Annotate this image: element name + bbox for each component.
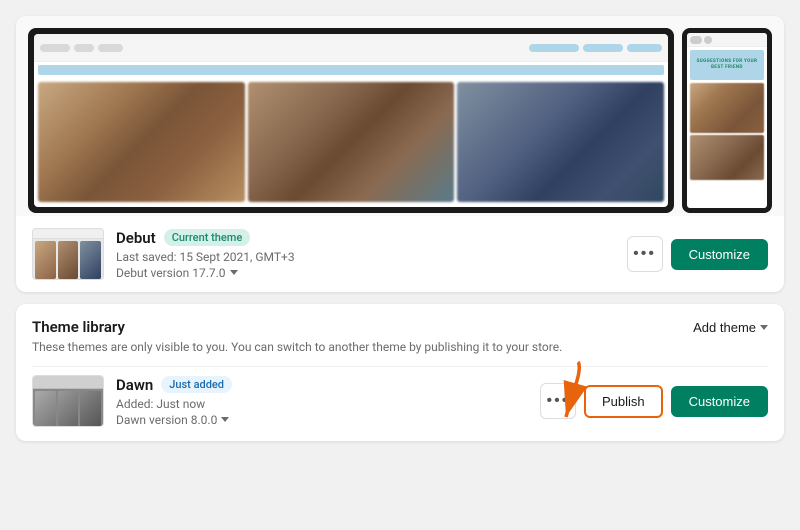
theme-preview-area: SUGGESTIONS FOR YOUR BEST FRIEND bbox=[16, 16, 784, 216]
library-version-chevron-icon[interactable] bbox=[221, 417, 229, 422]
library-theme-version: Dawn version 8.0.0 bbox=[116, 413, 217, 427]
current-theme-card: SUGGESTIONS FOR YOUR BEST FRIEND bbox=[16, 16, 784, 292]
current-theme-customize-button[interactable]: Customize bbox=[671, 239, 768, 270]
current-theme-more-button[interactable]: ••• bbox=[627, 236, 663, 272]
desktop-screen bbox=[34, 34, 668, 207]
mobile-banner-text: SUGGESTIONS FOR YOUR BEST FRIEND bbox=[697, 59, 758, 71]
library-theme-added: Added: Just now bbox=[116, 397, 528, 411]
current-theme-thumbnail bbox=[32, 228, 104, 280]
current-theme-info-row: Debut Current theme Last saved: 15 Sept … bbox=[16, 216, 784, 292]
current-theme-badge: Current theme bbox=[164, 229, 251, 246]
library-theme-actions: ••• Publish Customize bbox=[540, 383, 768, 419]
current-theme-version: Debut version 17.7.0 bbox=[116, 266, 226, 280]
library-theme-more-button[interactable]: ••• bbox=[540, 383, 576, 419]
add-theme-button[interactable]: Add theme bbox=[693, 320, 768, 335]
current-theme-meta: Debut Current theme Last saved: 15 Sept … bbox=[116, 229, 615, 280]
add-theme-label: Add theme bbox=[693, 320, 756, 335]
current-theme-last-saved: Last saved: 15 Sept 2021, GMT+3 bbox=[116, 250, 615, 264]
library-theme-badge: Just added bbox=[161, 376, 232, 393]
library-theme-customize-button[interactable]: Customize bbox=[671, 386, 768, 417]
library-theme-thumbnail bbox=[32, 375, 104, 427]
mobile-screen: SUGGESTIONS FOR YOUR BEST FRIEND bbox=[687, 33, 767, 208]
desktop-mockup bbox=[28, 28, 674, 213]
library-theme-meta: Dawn Just added Added: Just now Dawn ver… bbox=[116, 376, 528, 427]
current-theme-actions: ••• Customize bbox=[627, 236, 768, 272]
library-title: Theme library bbox=[32, 318, 125, 336]
library-header: Theme library Add theme bbox=[32, 318, 768, 336]
library-theme-name: Dawn bbox=[116, 376, 153, 394]
mobile-mockup: SUGGESTIONS FOR YOUR BEST FRIEND bbox=[682, 28, 772, 213]
current-theme-name: Debut bbox=[116, 229, 156, 247]
library-subtitle: These themes are only visible to you. Yo… bbox=[32, 340, 768, 354]
publish-button[interactable]: Publish bbox=[584, 385, 663, 418]
theme-library-section: Theme library Add theme These themes are… bbox=[16, 304, 784, 441]
version-chevron-icon[interactable] bbox=[230, 270, 238, 275]
add-theme-chevron-icon bbox=[760, 325, 768, 330]
library-theme-row: Dawn Just added Added: Just now Dawn ver… bbox=[32, 366, 768, 427]
